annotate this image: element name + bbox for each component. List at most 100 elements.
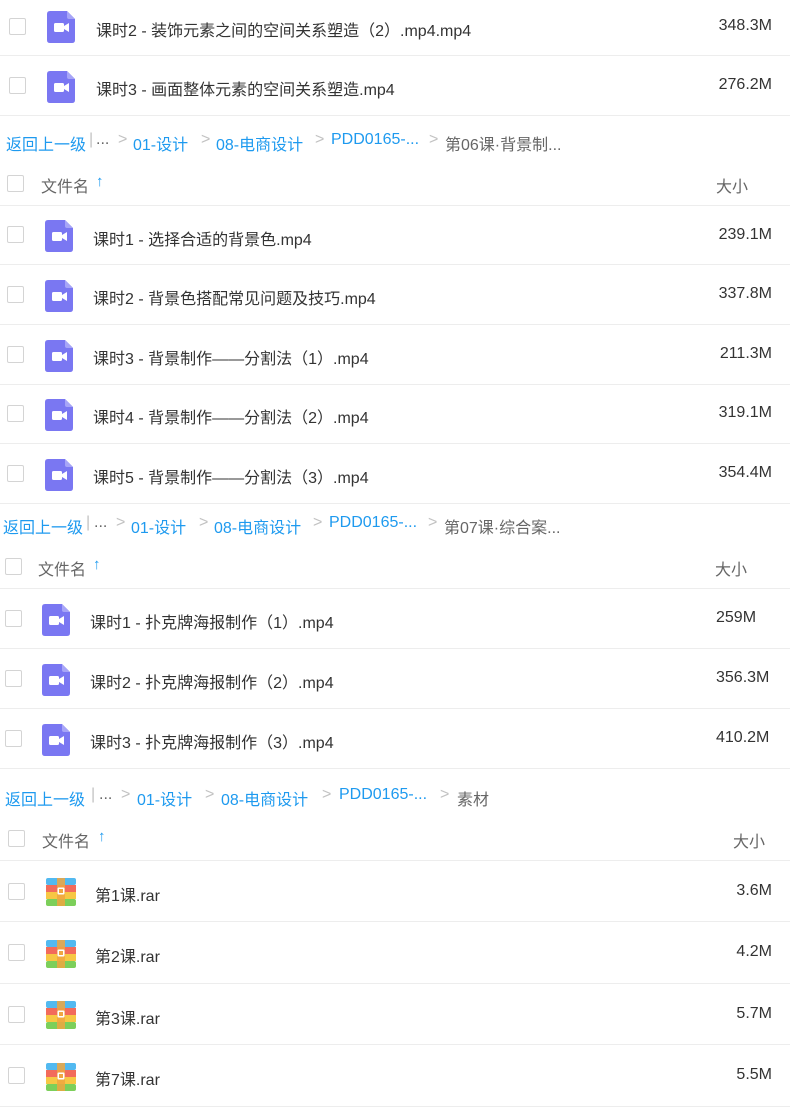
breadcrumb-ellipsis[interactable]: ... <box>94 514 107 532</box>
column-header-name[interactable]: 文件名 <box>41 173 89 197</box>
file-size: 211.3M <box>719 345 772 362</box>
file-name[interactable]: 课时5 - 背景制作——分割法（3）.mp4 <box>93 464 369 488</box>
archive-file-icon <box>46 878 76 906</box>
breadcrumb-item[interactable]: PDD0165-... <box>329 514 417 532</box>
breadcrumb-item[interactable]: 01-设计 <box>133 131 188 155</box>
row-checkbox[interactable] <box>8 944 25 961</box>
row-checkbox[interactable] <box>8 1067 25 1084</box>
video-file-icon <box>42 724 70 756</box>
file-name[interactable]: 课时2 - 背景色搭配常见问题及技巧.mp4 <box>93 285 376 309</box>
file-size: 276.2M <box>718 76 772 93</box>
breadcrumb-divider: | <box>89 131 94 148</box>
list-header: 文件名 ↑ 大小 <box>0 543 790 589</box>
list-item[interactable]: 课时5 - 背景制作——分割法（3）.mp4 354.4M <box>0 444 790 504</box>
row-checkbox[interactable] <box>9 18 26 35</box>
file-size: 4.2M <box>736 943 772 960</box>
breadcrumb-divider: | <box>91 786 96 803</box>
list-item[interactable]: 第7课.rar 5.5M <box>0 1045 790 1107</box>
video-file-icon <box>45 280 73 312</box>
breadcrumb-item[interactable]: PDD0165-... <box>339 786 427 804</box>
archive-file-icon <box>46 1001 76 1029</box>
file-name[interactable]: 第2课.rar <box>95 943 160 967</box>
breadcrumb-item[interactable]: 01-设计 <box>137 786 192 810</box>
list-item[interactable]: 课时3 - 画面整体元素的空间关系塑造.mp4 276.2M <box>0 56 790 116</box>
list-item[interactable]: 课时1 - 扑克牌海报制作（1）.mp4 259M <box>0 589 790 649</box>
list-item[interactable]: 课时2 - 扑克牌海报制作（2）.mp4 356.3M <box>0 649 790 709</box>
file-size: 259M <box>716 609 757 626</box>
video-file-icon <box>47 71 75 103</box>
list-item[interactable]: 第2课.rar 4.2M <box>0 922 790 984</box>
list-item[interactable]: 第3课.rar 5.7M <box>0 984 790 1045</box>
breadcrumb-ellipsis[interactable]: ... <box>99 786 112 804</box>
select-all-checkbox[interactable] <box>5 558 22 575</box>
file-name[interactable]: 课时1 - 扑克牌海报制作（1）.mp4 <box>90 609 334 633</box>
file-name[interactable]: 第7课.rar <box>95 1066 160 1090</box>
select-all-checkbox[interactable] <box>8 830 25 847</box>
file-size: 5.7M <box>736 1005 772 1022</box>
column-header-name[interactable]: 文件名 <box>42 828 90 852</box>
chevron-right-icon: > <box>315 131 325 148</box>
file-name[interactable]: 课时2 - 装饰元素之间的空间关系塑造（2）.mp4.mp4 <box>96 17 471 41</box>
breadcrumb-item[interactable]: PDD0165-... <box>331 131 419 149</box>
file-size: 3.6M <box>736 882 772 899</box>
chevron-right-icon: > <box>428 514 438 531</box>
list-item[interactable]: 课时2 - 背景色搭配常见问题及技巧.mp4 337.8M <box>0 265 790 325</box>
column-header-size[interactable]: 大小 <box>733 828 765 852</box>
breadcrumb-current: 第06课·背景制... <box>445 137 562 154</box>
breadcrumb-item[interactable]: 01-设计 <box>131 514 186 538</box>
file-size: 239.1M <box>718 226 772 243</box>
file-name[interactable]: 课时3 - 背景制作——分割法（1）.mp4 <box>93 345 369 369</box>
chevron-right-icon: > <box>429 131 439 148</box>
breadcrumb-ellipsis[interactable]: ... <box>96 131 109 149</box>
back-link[interactable]: 返回上一级 <box>6 131 86 155</box>
chevron-right-icon: > <box>199 514 209 531</box>
file-size: 348.3M <box>718 17 772 34</box>
file-name[interactable]: 第1课.rar <box>95 882 160 906</box>
row-checkbox[interactable] <box>5 730 22 747</box>
breadcrumb-current: 素材 <box>457 792 490 809</box>
column-header-name[interactable]: 文件名 <box>38 556 86 580</box>
sort-arrow-up-icon[interactable]: ↑ <box>96 173 104 190</box>
select-all-checkbox[interactable] <box>7 175 24 192</box>
list-item[interactable]: 课时1 - 选择合适的背景色.mp4 239.1M <box>0 206 790 265</box>
back-link[interactable]: 返回上一级 <box>3 514 83 538</box>
file-name[interactable]: 课时3 - 画面整体元素的空间关系塑造.mp4 <box>96 76 395 100</box>
breadcrumb: 返回上一级 | ... > 01-设计 > 08-电商设计 > PDD0165-… <box>0 503 790 543</box>
row-checkbox[interactable] <box>5 670 22 687</box>
file-size: 337.8M <box>718 285 772 302</box>
row-checkbox[interactable] <box>7 465 24 482</box>
list-item[interactable]: 课时3 - 扑克牌海报制作（3）.mp4 410.2M <box>0 709 790 769</box>
file-size: 354.4M <box>718 464 772 481</box>
breadcrumb-item[interactable]: 08-电商设计 <box>221 786 308 810</box>
breadcrumb-item[interactable]: 08-电商设计 <box>214 514 301 538</box>
list-item[interactable]: 第1课.rar 3.6M <box>0 861 790 922</box>
row-checkbox[interactable] <box>7 346 24 363</box>
file-name[interactable]: 课时4 - 背景制作——分割法（2）.mp4 <box>93 404 369 428</box>
file-name[interactable]: 课时2 - 扑克牌海报制作（2）.mp4 <box>90 669 334 693</box>
file-size: 356.3M <box>716 669 770 686</box>
list-item[interactable]: 课时3 - 背景制作——分割法（1）.mp4 211.3M <box>0 325 790 385</box>
file-name[interactable]: 课时1 - 选择合适的背景色.mp4 <box>93 226 312 250</box>
column-header-size[interactable]: 大小 <box>716 173 748 197</box>
back-link[interactable]: 返回上一级 <box>5 786 85 810</box>
row-checkbox[interactable] <box>5 610 22 627</box>
file-name[interactable]: 课时3 - 扑克牌海报制作（3）.mp4 <box>90 729 334 753</box>
row-checkbox[interactable] <box>7 405 24 422</box>
list-item[interactable]: 课时2 - 装饰元素之间的空间关系塑造（2）.mp4.mp4 348.3M <box>0 0 790 56</box>
row-checkbox[interactable] <box>7 286 24 303</box>
video-file-icon <box>45 220 73 252</box>
breadcrumb-divider: | <box>86 514 91 531</box>
list-item[interactable]: 课时4 - 背景制作——分割法（2）.mp4 319.1M <box>0 385 790 444</box>
row-checkbox[interactable] <box>9 77 26 94</box>
row-checkbox[interactable] <box>7 226 24 243</box>
sort-arrow-up-icon[interactable]: ↑ <box>98 828 106 845</box>
video-file-icon <box>45 340 73 372</box>
file-name[interactable]: 第3课.rar <box>95 1005 160 1029</box>
column-header-size[interactable]: 大小 <box>715 556 747 580</box>
archive-file-icon <box>46 1063 76 1091</box>
row-checkbox[interactable] <box>8 1006 25 1023</box>
sort-arrow-up-icon[interactable]: ↑ <box>93 556 101 573</box>
row-checkbox[interactable] <box>8 883 25 900</box>
breadcrumb-item[interactable]: 08-电商设计 <box>216 131 303 155</box>
chevron-right-icon: > <box>118 131 128 148</box>
